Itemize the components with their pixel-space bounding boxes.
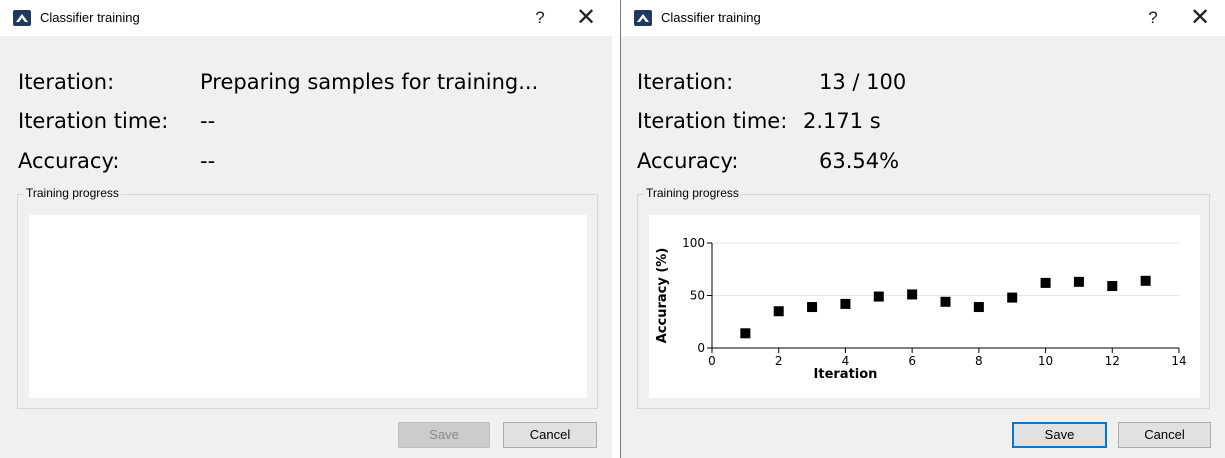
x-tick-label: 0 xyxy=(708,354,716,368)
data-point xyxy=(840,298,851,309)
help-icon[interactable]: ? xyxy=(525,6,555,30)
y-axis-label: Accuracy (%) xyxy=(655,248,670,344)
x-tick-label: 10 xyxy=(1038,354,1053,368)
x-tick-label: 2 xyxy=(775,354,783,368)
accuracy-scatter-chart: 0 50 100 0 2 4 6 8 10 12 14 Iteration Accuracy (%) xyxy=(655,236,1187,382)
data-point xyxy=(1007,292,1018,303)
iteration-value: 13 / 100 xyxy=(819,70,907,94)
y-tick-label: 100 xyxy=(682,236,705,250)
y-tick-label: 0 xyxy=(697,341,705,355)
data-point xyxy=(907,289,918,300)
y-tick-label: 50 xyxy=(690,289,705,303)
save-button[interactable]: Save xyxy=(1012,422,1107,448)
data-point xyxy=(807,302,818,313)
data-point xyxy=(940,296,951,307)
accuracy-value: -- xyxy=(200,149,216,173)
accuracy-label: Accuracy: xyxy=(637,149,739,173)
x-tick-label: 14 xyxy=(1171,354,1186,368)
close-icon[interactable]: ✕ xyxy=(568,4,604,32)
window-title: Classifier training xyxy=(40,10,140,25)
data-point xyxy=(1140,275,1151,286)
title-bar[interactable]: Classifier training ? ✕ xyxy=(0,0,612,36)
data-point xyxy=(1040,277,1051,288)
training-progress-title: Training progress xyxy=(644,186,741,200)
x-axis-label: Iteration xyxy=(814,367,878,382)
training-progress-title: Training progress xyxy=(24,186,121,200)
data-point xyxy=(773,306,784,317)
x-tick-label: 4 xyxy=(842,354,850,368)
x-tick-label: 12 xyxy=(1105,354,1120,368)
iteration-value: Preparing samples for training... xyxy=(200,70,539,94)
iteration-time-value: 2.171 s xyxy=(803,109,881,133)
data-point xyxy=(873,291,884,302)
training-progress-plot-empty xyxy=(29,215,587,398)
x-tick-label: 6 xyxy=(908,354,916,368)
data-point xyxy=(973,302,984,313)
window-title: Classifier training xyxy=(661,10,761,25)
classifier-app-icon xyxy=(634,10,652,26)
iteration-time-value: -- xyxy=(200,109,216,133)
classifier-training-dialog-preparing: Classifier training ? ✕ Iteration: Prepa… xyxy=(0,0,612,458)
training-progress-plot: 0 50 100 0 2 4 6 8 10 12 14 Iteration Accuracy (%) xyxy=(649,215,1200,398)
iteration-label: Iteration: xyxy=(18,70,115,94)
classifier-training-dialog-running: Classifier training ? ✕ Iteration: 13 / … xyxy=(620,0,1225,458)
title-bar[interactable]: Classifier training ? ✕ xyxy=(621,0,1225,36)
data-point xyxy=(1107,281,1118,292)
cancel-button[interactable]: Cancel xyxy=(503,422,597,448)
accuracy-value: 63.54% xyxy=(819,149,900,173)
iteration-time-label: Iteration time: xyxy=(637,109,788,133)
x-tick-label: 8 xyxy=(975,354,983,368)
data-point xyxy=(740,328,751,339)
accuracy-label: Accuracy: xyxy=(18,149,120,173)
save-button[interactable]: Save xyxy=(398,422,490,448)
data-point xyxy=(1073,276,1084,287)
classifier-app-icon xyxy=(13,10,31,26)
iteration-time-label: Iteration time: xyxy=(18,109,169,133)
iteration-label: Iteration: xyxy=(637,70,734,94)
cancel-button[interactable]: Cancel xyxy=(1118,422,1211,448)
help-icon[interactable]: ? xyxy=(1138,6,1168,30)
close-icon[interactable]: ✕ xyxy=(1182,4,1218,32)
